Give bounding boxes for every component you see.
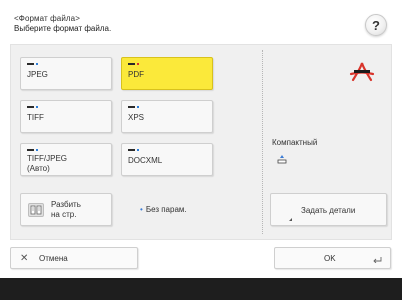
format-button-tiff-jpeg[interactable]: TIFF/JPEG (Авто) <box>20 143 112 176</box>
header: <Формат файла> Выберите формат файла. <box>14 14 344 34</box>
set-details-button[interactable]: Задать детали <box>270 193 387 226</box>
bottom-bar <box>0 278 402 300</box>
format-button-xps[interactable]: XPS <box>121 100 213 133</box>
format-indicator-icon <box>128 63 142 67</box>
page-subtitle: Выберите формат файла. <box>14 24 112 33</box>
format-label: XPS <box>128 113 145 122</box>
format-button-tiff[interactable]: TIFF <box>20 100 112 133</box>
split-pages-icon <box>28 203 44 217</box>
help-icon: ? <box>372 17 380 33</box>
format-label: JPEG <box>27 70 48 79</box>
close-icon: ✕ <box>20 253 29 264</box>
format-label: PDF <box>128 70 144 79</box>
format-indicator-icon <box>27 149 41 153</box>
cancel-label: Отмена <box>39 254 68 263</box>
split-pages-label-line2: на стр. <box>51 210 77 219</box>
format-label: TIFF/JPEG <box>27 154 67 163</box>
format-indicator-icon <box>128 106 142 110</box>
format-button-pdf[interactable]: PDF <box>121 57 213 90</box>
split-pages-value-text: Без парам. <box>145 205 187 214</box>
set-details-label: Задать детали <box>301 206 356 215</box>
split-pages-button[interactable]: Разбить на стр. <box>20 193 112 226</box>
format-indicator-icon <box>27 106 41 110</box>
help-button[interactable]: ? <box>365 14 387 36</box>
enter-icon <box>373 256 382 265</box>
format-button-jpeg[interactable]: JPEG <box>20 57 112 90</box>
format-label: TIFF <box>27 113 44 122</box>
ok-label: OK <box>324 254 336 263</box>
format-label: DOCXML <box>128 156 163 165</box>
compact-state-icon <box>277 151 287 169</box>
split-pages-value: • Без парам. <box>140 205 187 214</box>
split-pages-label: Разбить на стр. <box>51 200 81 220</box>
compact-label: Компактный <box>272 138 318 147</box>
format-indicator-icon <box>27 63 41 67</box>
format-button-docxml[interactable]: DOCXML <box>121 143 213 176</box>
bullet-icon: • <box>140 205 143 214</box>
adobe-pdf-icon <box>349 61 375 88</box>
split-pages-label-line1: Разбить <box>51 200 81 209</box>
corner-indicator-icon <box>289 218 292 221</box>
page-title: <Формат файла> <box>14 14 81 23</box>
cancel-button[interactable]: ✕ Отмена <box>10 247 138 269</box>
ok-button[interactable]: OK <box>274 247 391 269</box>
format-indicator-icon <box>128 149 142 153</box>
format-sublabel: (Авто) <box>27 164 50 173</box>
panel-divider <box>262 50 263 234</box>
